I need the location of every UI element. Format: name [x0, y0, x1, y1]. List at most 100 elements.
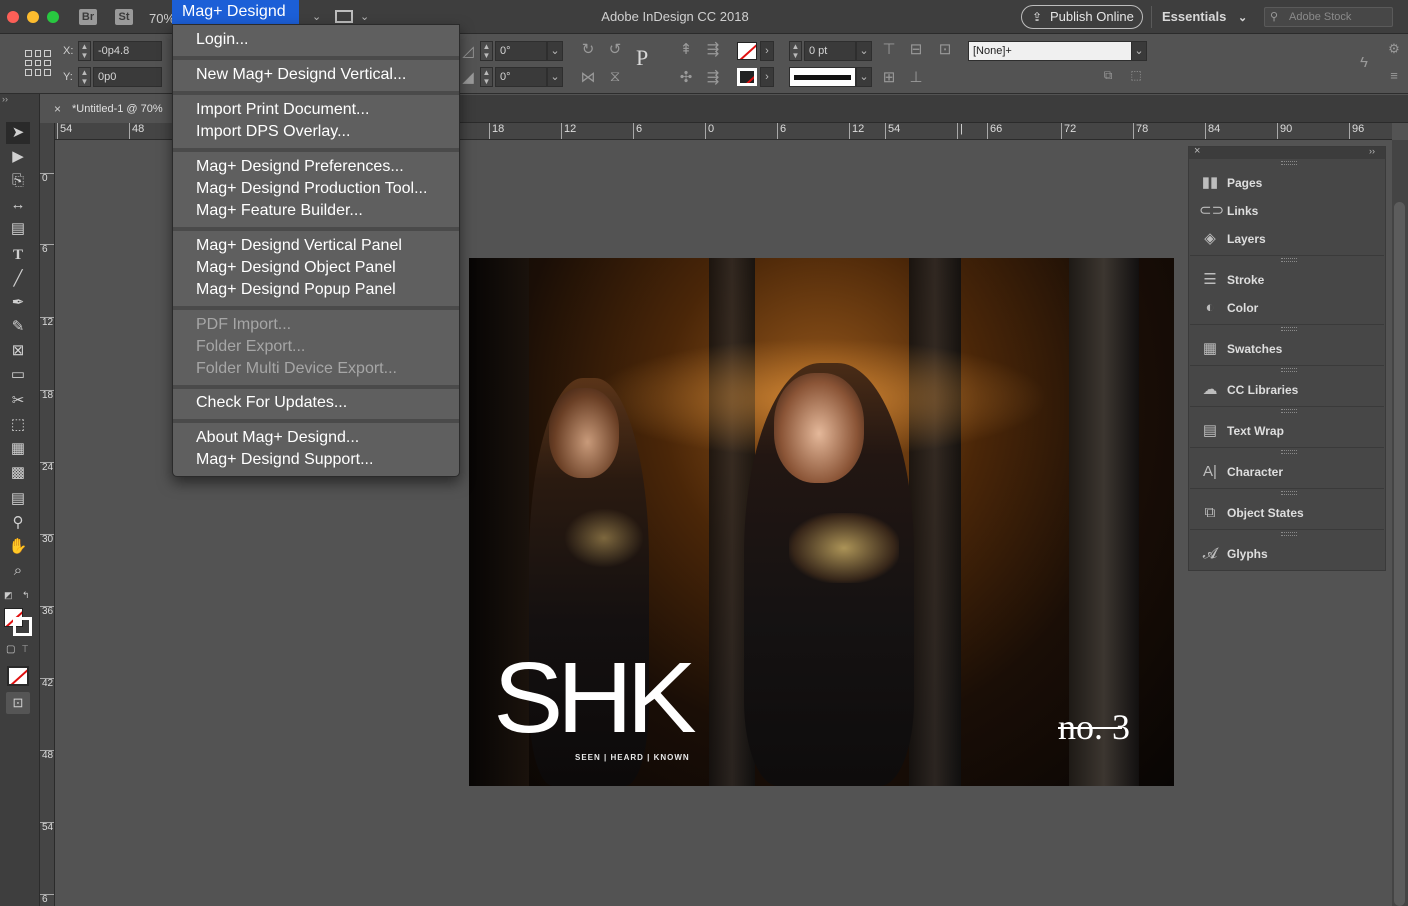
free-transform-tool-icon[interactable]: ⬚ — [6, 414, 30, 436]
align-center-icon[interactable]: ⊟ — [906, 40, 926, 58]
menu-item-popup-panel[interactable]: Mag+ Designd Popup Panel — [196, 279, 396, 301]
menu-item-new-vertical[interactable]: New Mag+ Designd Vertical... — [196, 64, 406, 86]
x-field[interactable]: -0p4.8 — [93, 41, 162, 61]
vertical-ruler[interactable]: 0 6 12 18 24 30 36 42 48 54 6 — [40, 123, 55, 906]
menu-item-feature-builder[interactable]: Mag+ Feature Builder... — [196, 200, 363, 222]
y-field[interactable]: 0p0 — [93, 67, 162, 87]
expand-panels-icon[interactable]: ›› — [1369, 146, 1375, 156]
eyedropper-tool-icon[interactable]: ⚲ — [6, 512, 30, 534]
chevron-down-icon[interactable]: ⌄ — [547, 41, 563, 61]
close-icon[interactable]: × — [1194, 145, 1200, 157]
panel-item-color[interactable]: ◐ Color — [1197, 296, 1377, 320]
menu-mag-designd[interactable]: Mag+ Designd — [172, 0, 299, 24]
note-tool-icon[interactable]: ▤ — [6, 488, 30, 510]
menu-item-check-updates[interactable]: Check For Updates... — [196, 392, 347, 414]
gear-icon[interactable]: ⚙ — [1384, 41, 1404, 57]
close-window-button[interactable] — [7, 11, 19, 23]
line-tool-icon[interactable]: ╱ — [6, 268, 30, 290]
rotate-stepper[interactable]: ▲ ▼ — [480, 41, 493, 61]
stroke-weight-field[interactable]: 0 pt — [804, 41, 856, 61]
panel-item-stroke[interactable]: ☰ Stroke — [1197, 268, 1377, 292]
collapse-icon[interactable]: ›› — [2, 94, 8, 104]
panel-group-grip[interactable] — [1281, 409, 1297, 413]
scrollbar-thumb[interactable] — [1394, 202, 1405, 906]
panel-group-grip[interactable] — [1281, 450, 1297, 454]
fill-swatch[interactable] — [737, 42, 757, 60]
panel-item-links[interactable]: ⊂⊃ Links — [1197, 199, 1377, 223]
hand-tool-icon[interactable]: ✋ — [6, 536, 30, 558]
paragraph-icon[interactable]: P — [636, 45, 648, 71]
select-container-icon[interactable]: ⇞ — [676, 40, 696, 58]
default-colors-icon[interactable]: ◩ — [4, 590, 13, 601]
panel-item-object-states[interactable]: ⧉ Object States — [1197, 501, 1377, 525]
menu-item-preferences[interactable]: Mag+ Designd Preferences... — [196, 156, 404, 178]
chevron-right-icon[interactable]: › — [760, 67, 774, 87]
x-stepper[interactable]: ▲ ▼ — [78, 41, 91, 61]
direct-selection-tool-icon[interactable]: ▶ — [6, 146, 30, 168]
object-style-field[interactable]: [None]+ — [968, 41, 1132, 61]
panel-item-cc-libraries[interactable]: ☁ CC Libraries — [1197, 378, 1377, 402]
stock-button[interactable]: St — [115, 9, 133, 25]
close-tab-icon[interactable]: × — [54, 95, 61, 123]
type-tool-icon[interactable]: T — [6, 244, 30, 266]
bridge-button[interactable]: Br — [79, 9, 97, 25]
rotate-cw-icon[interactable]: ↻ — [578, 40, 598, 58]
stroke-swatch[interactable] — [737, 68, 757, 86]
shear-field[interactable]: 0° — [495, 67, 547, 87]
rotate-ccw-icon[interactable]: ↺ — [605, 40, 625, 58]
panel-item-layers[interactable]: ◈ Layers — [1197, 227, 1377, 251]
menu-item-support[interactable]: Mag+ Designd Support... — [196, 449, 373, 471]
select-previous-icon[interactable]: ⇶ — [703, 40, 723, 58]
pen-tool-icon[interactable]: ✒ — [6, 292, 30, 314]
chevron-down-icon[interactable]: ⌄ — [1131, 41, 1147, 61]
panel-item-pages[interactable]: ▮▮ Pages — [1197, 171, 1377, 195]
zoom-window-button[interactable] — [47, 11, 59, 23]
chevron-down-icon[interactable]: ⌄ — [312, 10, 321, 23]
rectangle-tool-icon[interactable]: ▭ — [6, 364, 30, 386]
panel-menu-icon[interactable]: ≡ — [1384, 68, 1404, 83]
flip-horizontal-icon[interactable]: ⋈ — [578, 68, 598, 86]
rectangle-frame-tool-icon[interactable]: ⊠ — [6, 340, 30, 362]
minimize-window-button[interactable] — [27, 11, 39, 23]
panel-item-glyphs[interactable]: 𝓐 Glyphs — [1197, 542, 1377, 566]
rotate-field[interactable]: 0° — [495, 41, 547, 61]
panel-group-grip[interactable] — [1281, 368, 1297, 372]
stock-search-input[interactable]: ⚲ Adobe Stock — [1264, 7, 1393, 27]
shear-stepper[interactable]: ▲ ▼ — [480, 67, 493, 87]
formatting-text-icon[interactable]: T — [22, 644, 28, 655]
screen-mode-icon[interactable]: ⊡ — [6, 692, 30, 714]
clear-overrides-icon[interactable]: ⧉ — [1098, 68, 1118, 83]
chevron-down-icon[interactable]: ⌄ — [547, 67, 563, 87]
panel-item-character[interactable]: A| Character — [1197, 460, 1377, 484]
menu-item-import-dps-overlay[interactable]: Import DPS Overlay... — [196, 121, 350, 143]
stroke-weight-stepper[interactable]: ▲ ▼ — [789, 41, 802, 61]
flip-vertical-icon[interactable]: ⧖ — [605, 68, 625, 85]
panel-group-grip[interactable] — [1281, 532, 1297, 536]
apply-none-icon[interactable] — [7, 666, 29, 686]
select-next-icon[interactable]: ⇶ — [703, 68, 723, 86]
panel-group-grip[interactable] — [1281, 327, 1297, 331]
panel-item-swatches[interactable]: ▦ Swatches — [1197, 337, 1377, 361]
formatting-container-icon[interactable]: ▢ — [6, 644, 15, 655]
page-tool-icon[interactable]: ⎘ — [6, 170, 30, 192]
text-frame-options-icon[interactable]: ⬚ — [1126, 68, 1146, 82]
gap-tool-icon[interactable]: ↔ — [6, 194, 30, 216]
panel-group-grip[interactable] — [1281, 258, 1297, 262]
frame-fitting-icon[interactable]: ⊡ — [935, 40, 955, 58]
menu-item-vertical-panel[interactable]: Mag+ Designd Vertical Panel — [196, 235, 402, 257]
panel-item-text-wrap[interactable]: ▤ Text Wrap — [1197, 419, 1377, 443]
menu-item-login[interactable]: Login... — [196, 29, 248, 51]
workspace-switcher[interactable]: Essentials ⌄ — [1162, 9, 1247, 24]
reference-point-icon[interactable] — [25, 50, 51, 76]
selection-tool-icon[interactable]: ➤ — [6, 122, 30, 144]
panel-group-grip[interactable] — [1281, 161, 1297, 165]
chevron-right-icon[interactable]: › — [760, 41, 774, 61]
publish-online-button[interactable]: ⇪ Publish Online — [1021, 5, 1143, 29]
menu-item-object-panel[interactable]: Mag+ Designd Object Panel — [196, 257, 396, 279]
gradient-feather-tool-icon[interactable]: ▩ — [6, 462, 30, 484]
chevron-down-icon[interactable]: ⌄ — [856, 67, 872, 87]
view-options-icon[interactable] — [335, 10, 353, 23]
select-content-icon[interactable]: ✣ — [676, 68, 696, 86]
panel-group-grip[interactable] — [1281, 491, 1297, 495]
menu-item-about[interactable]: About Mag+ Designd... — [196, 427, 359, 449]
